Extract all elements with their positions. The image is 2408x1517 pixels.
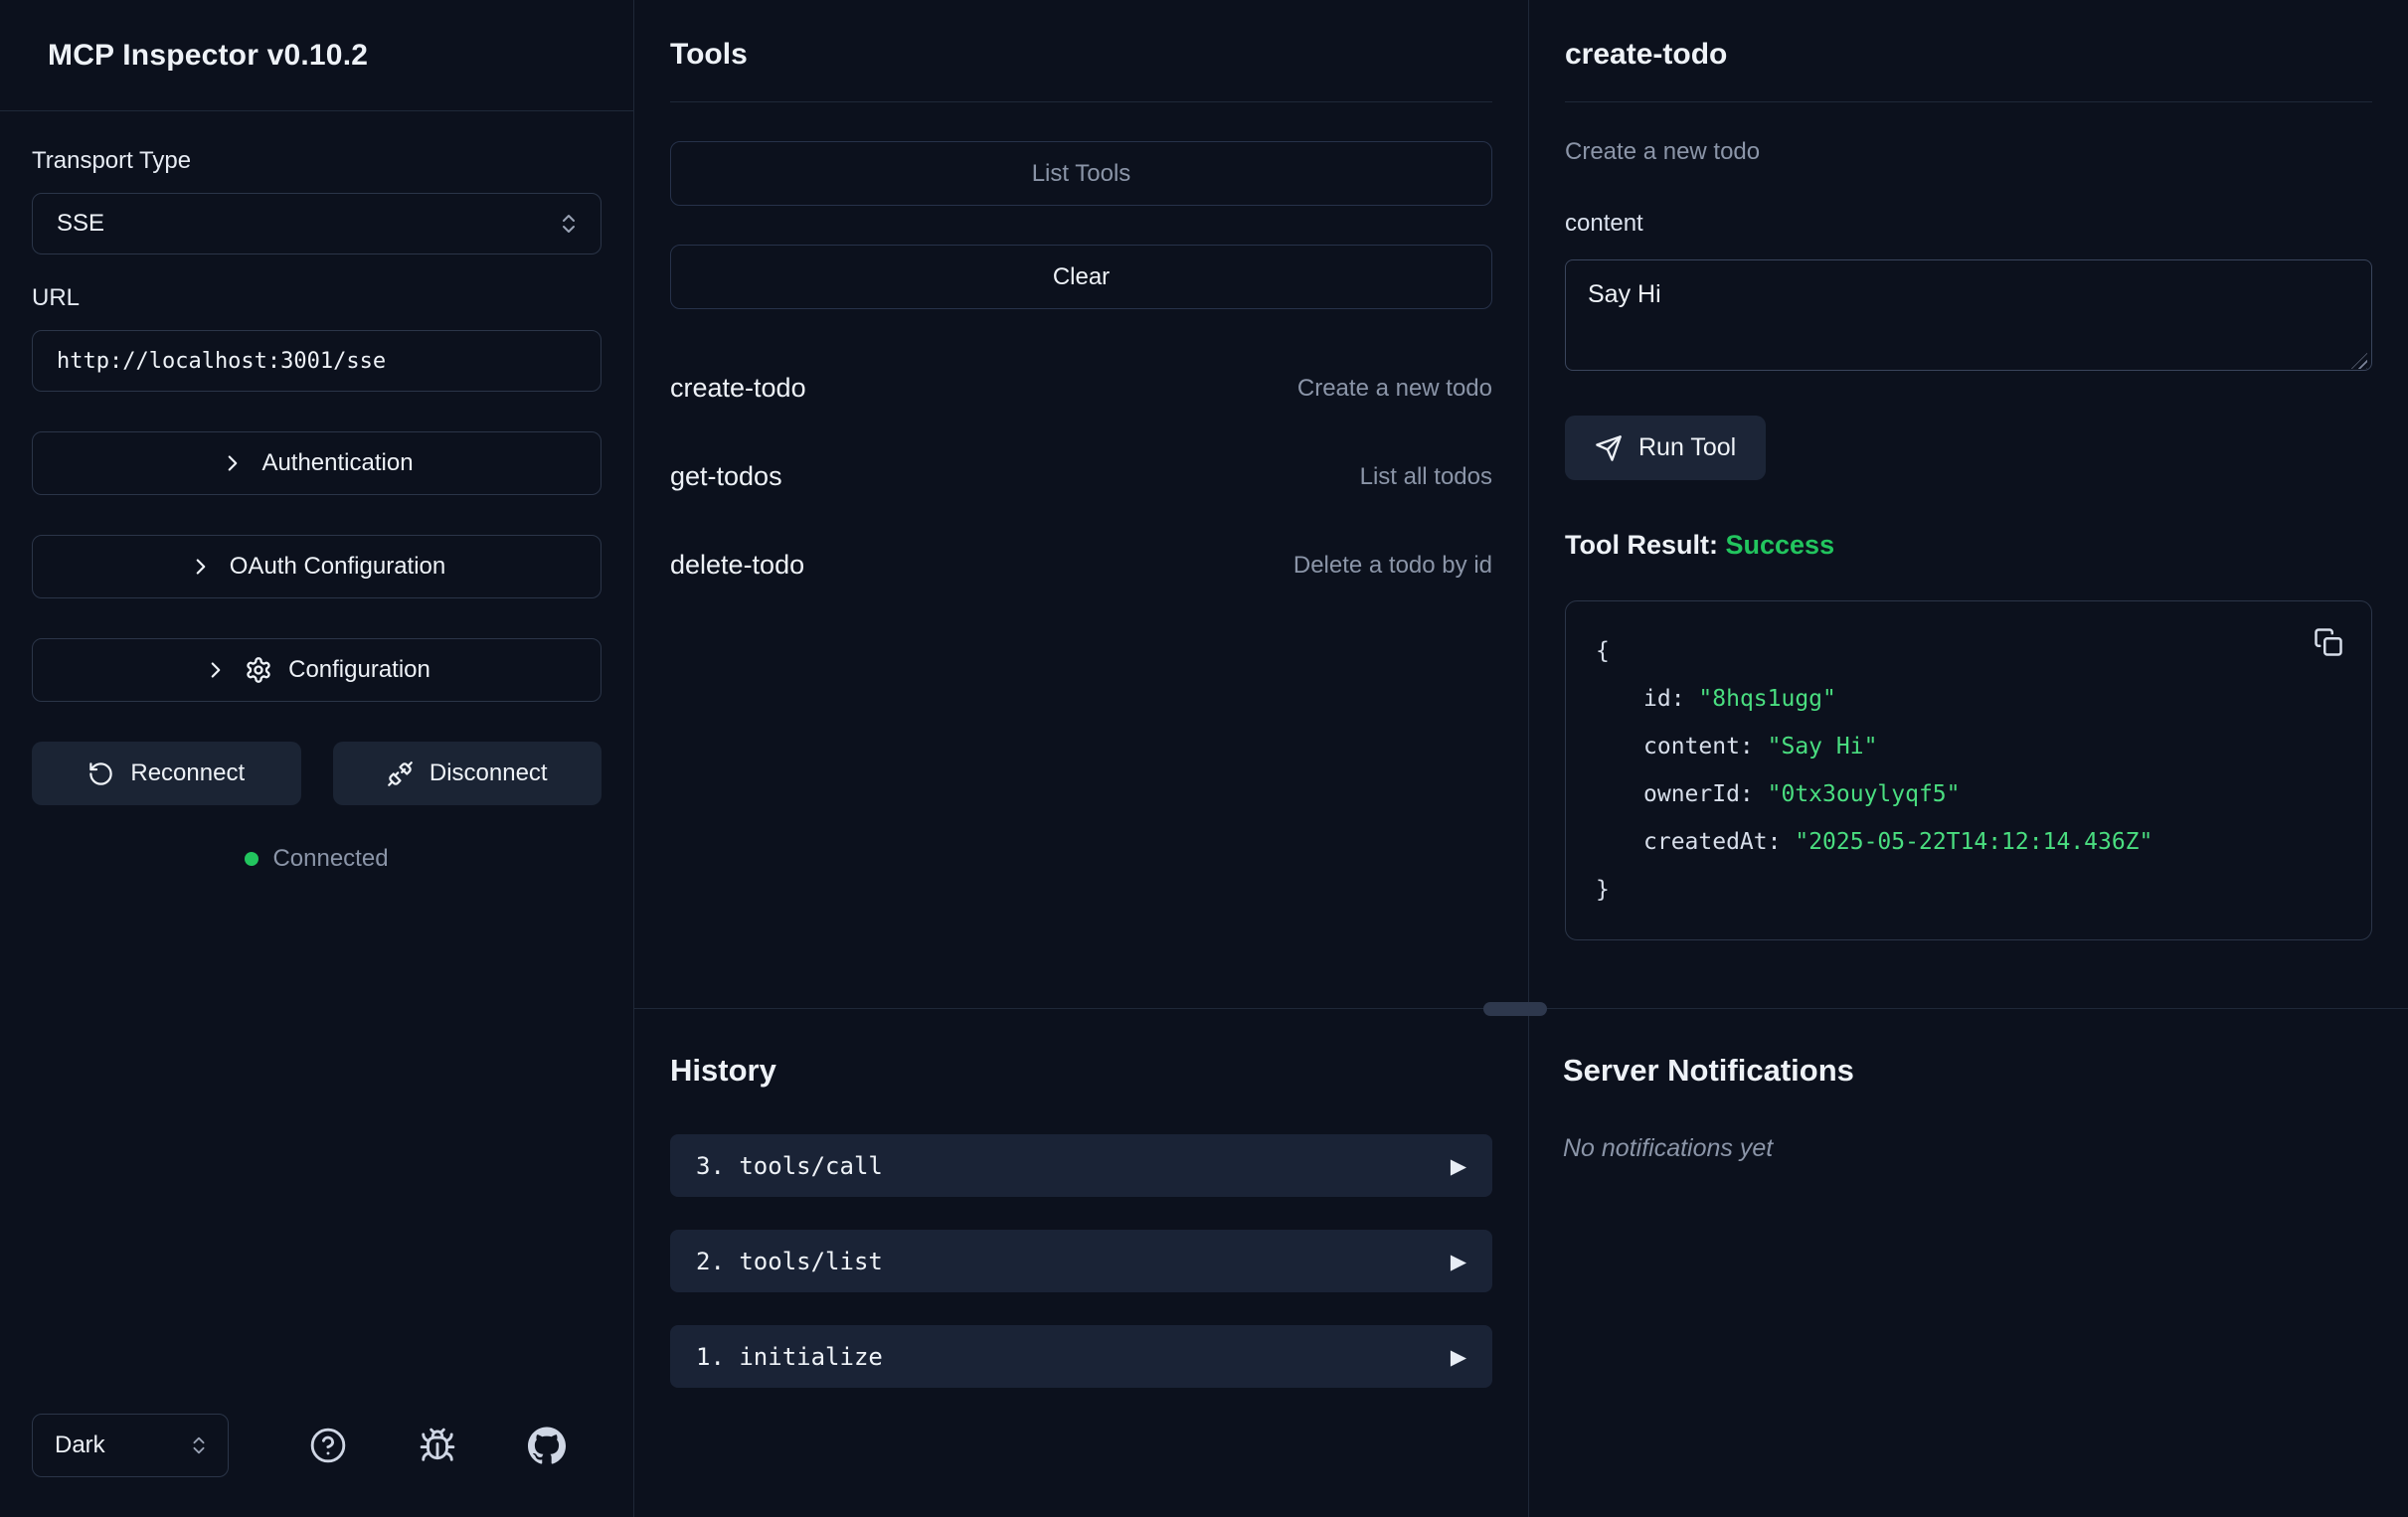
json-line-id: id: "8hqs1ugg" (1596, 675, 2341, 723)
app-root: MCP Inspector v0.10.2 Transport Type SSE… (0, 0, 2408, 1517)
history-title: History (670, 1009, 1492, 1089)
history-item-label: 2. tools/list (696, 1248, 883, 1275)
theme-value: Dark (55, 1432, 105, 1459)
copy-icon (2314, 627, 2343, 657)
github-button[interactable] (525, 1424, 569, 1467)
chevrons-up-down-icon (557, 212, 581, 236)
send-icon (1595, 434, 1623, 462)
status-label: Connected (272, 845, 388, 873)
tool-result-line: Tool Result: Success (1565, 530, 2372, 561)
expand-arrow-icon: ▶ (1451, 1345, 1466, 1369)
tools-panel-header: Tools (670, 0, 1492, 102)
run-tool-label: Run Tool (1638, 433, 1736, 462)
server-notifications-title: Server Notifications (1563, 1009, 2374, 1089)
tool-detail-title: create-todo (1565, 38, 2372, 72)
help-circle-icon (309, 1427, 347, 1464)
refresh-icon (87, 760, 114, 787)
tool-description: Delete a todo by id (1293, 552, 1492, 580)
chevron-right-icon (220, 450, 246, 476)
tool-name: create-todo (670, 373, 806, 404)
connection-status: Connected (32, 845, 602, 873)
transport-type-select[interactable]: SSE (32, 193, 602, 254)
tool-list-item-delete-todo[interactable]: delete-todo Delete a todo by id (670, 550, 1492, 581)
history-item-tools-list[interactable]: 2. tools/list ▶ (670, 1230, 1492, 1292)
history-panel: History 3. tools/call ▶ 2. tools/list ▶ … (634, 1009, 1529, 1517)
theme-select[interactable]: Dark (32, 1414, 229, 1477)
tool-list-item-get-todos[interactable]: get-todos List all todos (670, 461, 1492, 492)
content-field-label: content (1565, 210, 2372, 238)
tool-name: get-todos (670, 461, 782, 492)
connection-actions: Reconnect Disconnect (32, 742, 602, 805)
bottom-panels: History 3. tools/call ▶ 2. tools/list ▶ … (634, 1009, 2408, 1517)
url-label: URL (32, 284, 602, 312)
panel-resize-handle[interactable] (1483, 1002, 1547, 1016)
json-close-brace: } (1596, 866, 2341, 914)
disconnect-button[interactable]: Disconnect (333, 742, 602, 805)
list-tools-button[interactable]: List Tools (670, 141, 1492, 206)
copy-result-button[interactable] (2306, 619, 2351, 665)
tools-title: Tools (670, 38, 1492, 72)
tools-panel: Tools List Tools Clear create-todo Creat… (634, 0, 1529, 1008)
tool-detail-subtitle: Create a new todo (1565, 138, 2372, 166)
authentication-label: Authentication (261, 449, 413, 477)
expand-arrow-icon: ▶ (1451, 1154, 1466, 1178)
history-item-label: 1. initialize (696, 1343, 883, 1371)
json-open-brace: { (1596, 627, 2341, 675)
no-notifications-text: No notifications yet (1563, 1134, 2374, 1163)
tool-detail-header: create-todo (1565, 0, 2372, 102)
transport-type-label: Transport Type (32, 147, 602, 175)
expand-arrow-icon: ▶ (1451, 1250, 1466, 1273)
unplug-icon (387, 760, 414, 787)
help-button[interactable] (306, 1424, 350, 1467)
gear-icon (245, 656, 272, 684)
oauth-configuration-button[interactable]: OAuth Configuration (32, 535, 602, 598)
history-item-label: 3. tools/call (696, 1152, 883, 1180)
json-line-createdat: createdAt: "2025-05-22T14:12:14.436Z" (1596, 818, 2341, 866)
history-item-tools-call[interactable]: 3. tools/call ▶ (670, 1134, 1492, 1197)
tool-description: List all todos (1360, 463, 1492, 491)
report-bug-button[interactable] (416, 1424, 459, 1467)
server-notifications-panel: Server Notifications No notifications ye… (1529, 1009, 2408, 1517)
clear-tools-button[interactable]: Clear (670, 245, 1492, 309)
configuration-button[interactable]: Configuration (32, 638, 602, 702)
top-panels: Tools List Tools Clear create-todo Creat… (634, 0, 2408, 1009)
url-input[interactable] (32, 330, 602, 392)
tool-detail-panel: create-todo Create a new todo content Sa… (1529, 0, 2408, 1008)
tool-list-item-create-todo[interactable]: create-todo Create a new todo (670, 373, 1492, 404)
tool-result-label: Tool Result: (1565, 530, 1718, 560)
sidebar-body: Transport Type SSE URL Authentication (0, 111, 633, 873)
history-item-initialize[interactable]: 1. initialize ▶ (670, 1325, 1492, 1388)
run-tool-button[interactable]: Run Tool (1565, 416, 1766, 480)
sidebar-header: MCP Inspector v0.10.2 (0, 0, 633, 111)
sidebar: MCP Inspector v0.10.2 Transport Type SSE… (0, 0, 634, 1517)
chevron-right-icon (188, 554, 214, 580)
bug-icon (419, 1427, 456, 1464)
disconnect-label: Disconnect (430, 759, 548, 787)
app-title: MCP Inspector v0.10.2 (48, 39, 368, 73)
reconnect-label: Reconnect (130, 759, 245, 787)
chevrons-up-down-icon (188, 1434, 210, 1456)
github-icon (528, 1427, 566, 1464)
reconnect-button[interactable]: Reconnect (32, 742, 301, 805)
tool-description: Create a new todo (1297, 375, 1492, 403)
tool-result-status: Success (1726, 530, 1835, 560)
content-field-input[interactable]: Say Hi (1565, 259, 2372, 371)
content-field-wrap: Say Hi (1565, 259, 2372, 376)
json-line-content: content: "Say Hi" (1596, 723, 2341, 770)
tool-name: delete-todo (670, 550, 804, 581)
chevron-right-icon (203, 657, 229, 683)
configuration-label: Configuration (288, 656, 430, 684)
authentication-button[interactable]: Authentication (32, 431, 602, 495)
sidebar-footer: Dark (0, 1414, 633, 1517)
main-area: Tools List Tools Clear create-todo Creat… (634, 0, 2408, 1517)
status-dot (245, 852, 258, 866)
tool-result-json: { id: "8hqs1ugg" content: "Say Hi" owner… (1565, 600, 2372, 940)
transport-type-value: SSE (57, 210, 104, 238)
json-line-ownerid: ownerId: "0tx3ouylyqf5" (1596, 770, 2341, 818)
oauth-configuration-label: OAuth Configuration (230, 553, 445, 581)
tool-list: create-todo Create a new todo get-todos … (670, 373, 1492, 581)
